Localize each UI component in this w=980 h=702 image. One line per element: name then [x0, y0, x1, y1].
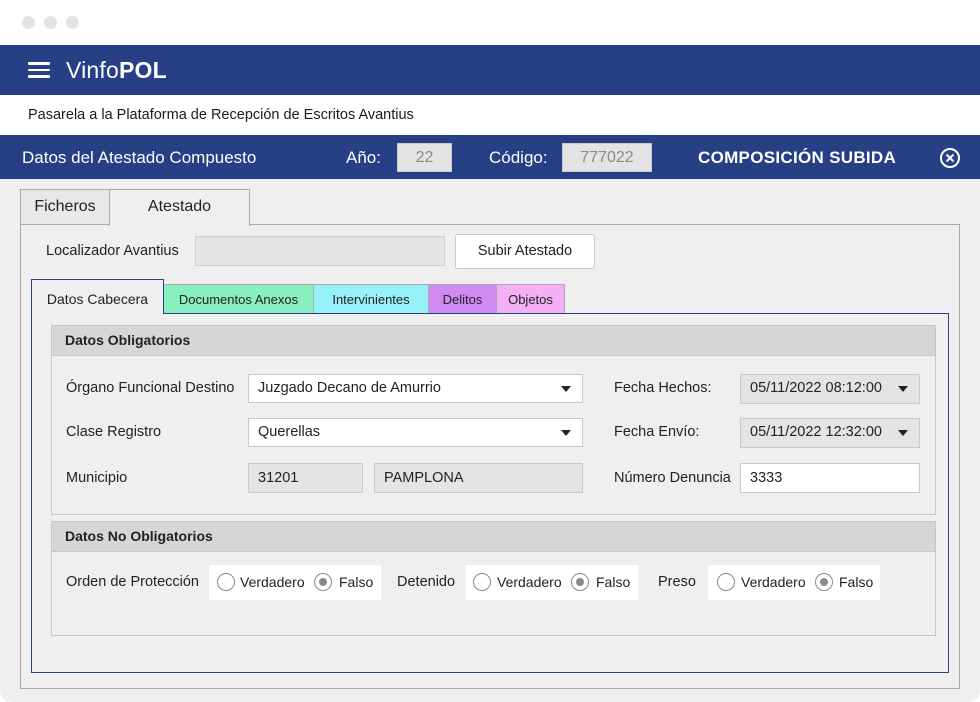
- detenido-verdadero-radio[interactable]: [473, 573, 491, 591]
- app-logo: VinfoPOL: [66, 57, 167, 84]
- chevron-down-icon: [561, 430, 571, 436]
- fecha-envio-picker[interactable]: 05/11/2022 12:32:00: [740, 418, 920, 448]
- localizador-label: Localizador Avantius: [46, 243, 179, 259]
- municipio-name-field: PAMPLONA: [374, 463, 583, 493]
- subir-atestado-button[interactable]: Subir Atestado: [455, 234, 595, 269]
- tab-datos-cabecera[interactable]: Datos Cabecera: [31, 279, 164, 314]
- window-close-dot[interactable]: [22, 16, 35, 29]
- datos-no-obligatorios-title: Datos No Obligatorios: [52, 522, 935, 552]
- preso-radio-group: Verdadero Falso: [708, 565, 880, 600]
- orden-proteccion-label: Orden de Protección: [66, 574, 199, 590]
- organo-value: Juzgado Decano de Amurrio: [258, 380, 441, 396]
- app-window: VinfoPOL Pasarela a la Plataforma de Rec…: [0, 0, 980, 702]
- chevron-down-icon: [561, 386, 571, 392]
- window-minimize-dot[interactable]: [44, 16, 57, 29]
- datos-obligatorios-title: Datos Obligatorios: [52, 326, 935, 356]
- fecha-envio-value: 05/11/2022 12:32:00: [750, 424, 882, 440]
- orden-proteccion-verdadero-label: Verdadero: [240, 574, 305, 590]
- fecha-hechos-label: Fecha Hechos:: [614, 380, 712, 396]
- tab-atestado[interactable]: Atestado: [109, 189, 250, 226]
- page-subtitle: Pasarela a la Plataforma de Recepción de…: [28, 107, 414, 123]
- year-label: Año:: [346, 148, 381, 167]
- localizador-input[interactable]: [195, 236, 445, 266]
- organo-label: Órgano Funcional Destino: [66, 380, 235, 396]
- tab-intervinientes[interactable]: Intervinientes: [313, 284, 429, 314]
- detenido-falso-radio[interactable]: [571, 573, 589, 591]
- detenido-falso-label: Falso: [596, 574, 631, 590]
- dialog-header: Datos del Atestado Compuesto Año: 22 Cód…: [0, 135, 980, 179]
- chevron-down-icon: [898, 430, 908, 436]
- code-field: 777022: [562, 143, 652, 172]
- tab-delitos[interactable]: Delitos: [428, 284, 497, 314]
- preso-label: Preso: [658, 574, 696, 590]
- tab-documentos-anexos[interactable]: Documentos Anexos: [163, 284, 314, 314]
- preso-falso-label: Falso: [839, 574, 874, 590]
- municipio-label: Municipio: [66, 470, 128, 486]
- tab-objetos[interactable]: Objetos: [496, 284, 565, 314]
- chevron-down-icon: [898, 386, 908, 392]
- orden-proteccion-radio-group: Verdadero Falso: [209, 565, 381, 600]
- menu-icon[interactable]: [28, 62, 50, 78]
- close-dialog-icon[interactable]: [939, 147, 961, 169]
- app-header: VinfoPOL: [0, 45, 980, 95]
- window-maximize-dot[interactable]: [66, 16, 79, 29]
- numero-denuncia-input[interactable]: 3333: [740, 463, 920, 493]
- app-name-bold: POL: [119, 57, 167, 83]
- dialog-title: Datos del Atestado Compuesto: [22, 148, 257, 167]
- municipio-code-field: 31201: [248, 463, 363, 493]
- fecha-envio-label: Fecha Envío:: [614, 424, 700, 440]
- organo-select[interactable]: Juzgado Decano de Amurrio: [248, 374, 583, 403]
- fecha-hechos-value: 05/11/2022 08:12:00: [750, 380, 882, 396]
- preso-verdadero-radio[interactable]: [717, 573, 735, 591]
- preso-falso-radio[interactable]: [815, 573, 833, 591]
- code-label: Código:: [489, 148, 548, 167]
- year-field: 22: [397, 143, 452, 172]
- status-text: COMPOSICIÓN SUBIDA: [698, 148, 897, 167]
- detenido-radio-group: Verdadero Falso: [466, 565, 638, 600]
- window-titlebar: [0, 0, 980, 45]
- tab-ficheros[interactable]: Ficheros: [20, 189, 110, 225]
- orden-proteccion-falso-radio[interactable]: [314, 573, 332, 591]
- preso-verdadero-label: Verdadero: [741, 574, 806, 590]
- detenido-label: Detenido: [397, 574, 456, 590]
- orden-proteccion-falso-label: Falso: [339, 574, 374, 590]
- clase-registro-select[interactable]: Querellas: [248, 418, 583, 447]
- numero-denuncia-label: Número Denuncia: [614, 470, 731, 486]
- app-name-light: Vinfo: [66, 57, 120, 83]
- clase-registro-value: Querellas: [258, 424, 321, 440]
- clase-registro-label: Clase Registro: [66, 424, 162, 440]
- detenido-verdadero-label: Verdadero: [497, 574, 562, 590]
- orden-proteccion-verdadero-radio[interactable]: [217, 573, 235, 591]
- fecha-hechos-picker[interactable]: 05/11/2022 08:12:00: [740, 374, 920, 404]
